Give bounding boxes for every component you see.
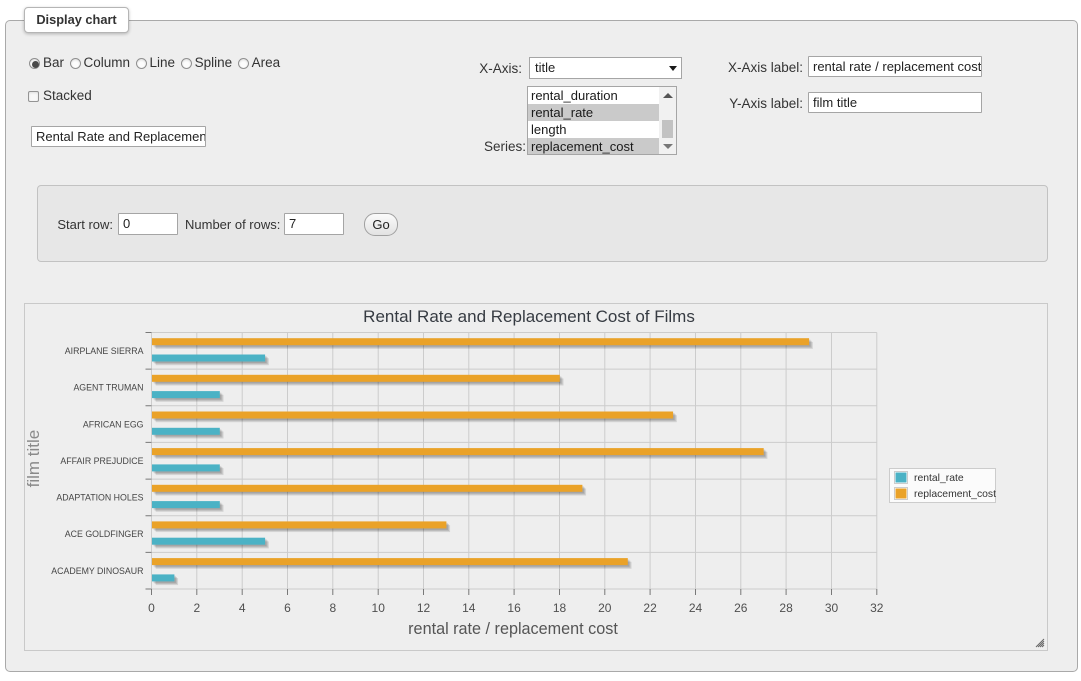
svg-text:replacement_cost: replacement_cost bbox=[914, 489, 996, 500]
svg-text:26: 26 bbox=[734, 601, 748, 615]
svg-text:18: 18 bbox=[553, 601, 567, 615]
svg-text:film title: film title bbox=[25, 430, 43, 488]
svg-text:24: 24 bbox=[689, 601, 703, 615]
svg-text:28: 28 bbox=[779, 601, 793, 615]
svg-text:ACADEMY DINOSAUR: ACADEMY DINOSAUR bbox=[51, 566, 143, 576]
svg-text:ACE GOLDFINGER: ACE GOLDFINGER bbox=[65, 529, 144, 539]
svg-text:10: 10 bbox=[372, 601, 386, 615]
svg-text:0: 0 bbox=[148, 601, 155, 615]
svg-text:16: 16 bbox=[507, 601, 521, 615]
svg-text:AGENT TRUMAN: AGENT TRUMAN bbox=[73, 383, 143, 393]
svg-text:32: 32 bbox=[870, 601, 884, 615]
svg-text:ADAPTATION HOLES: ADAPTATION HOLES bbox=[56, 493, 143, 503]
svg-text:14: 14 bbox=[462, 601, 476, 615]
svg-text:AFFAIR PREJUDICE: AFFAIR PREJUDICE bbox=[60, 456, 143, 466]
svg-text:8: 8 bbox=[329, 601, 336, 615]
svg-text:2: 2 bbox=[193, 601, 200, 615]
svg-text:rental_rate: rental_rate bbox=[914, 473, 964, 484]
svg-text:4: 4 bbox=[239, 601, 246, 615]
svg-text:6: 6 bbox=[284, 601, 291, 615]
svg-text:30: 30 bbox=[825, 601, 839, 615]
svg-text:rental rate / replacement cost: rental rate / replacement cost bbox=[408, 620, 618, 638]
svg-text:12: 12 bbox=[417, 601, 431, 615]
svg-text:22: 22 bbox=[643, 601, 657, 615]
svg-text:AIRPLANE SIERRA: AIRPLANE SIERRA bbox=[65, 346, 144, 356]
svg-text:Rental Rate and Replacement Co: Rental Rate and Replacement Cost of Film… bbox=[363, 307, 695, 326]
svg-text:20: 20 bbox=[598, 601, 612, 615]
svg-text:AFRICAN EGG: AFRICAN EGG bbox=[83, 419, 144, 429]
